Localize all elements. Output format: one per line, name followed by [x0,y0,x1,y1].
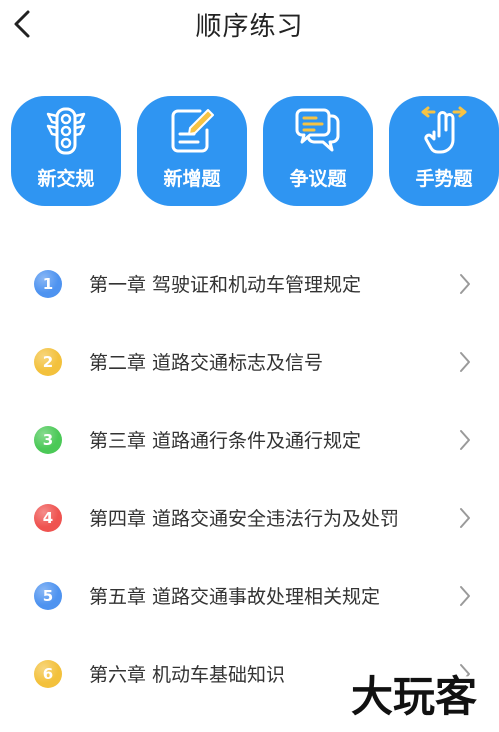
edit-paper-icon [171,109,214,153]
category-new-rules-button[interactable]: 新交规 [11,96,121,206]
chapter-row-3[interactable]: 3 第三章 道路通行条件及通行规定 [0,404,499,474]
page-title: 顺序练习 [195,12,304,42]
category-label: 争议题 [289,168,347,190]
category-label: 新交规 [37,168,95,190]
chapter-label: 第六章 机动车基础知识 [89,664,286,686]
chapter-number-badge: 1 [34,270,62,298]
chapter-row-5[interactable]: 5 第五章 道路交通事故处理相关规定 [0,560,499,630]
chevron-right-icon [460,430,470,450]
category-label: 新增题 [163,168,221,190]
traffic-light-icon [46,107,86,155]
chapter-number-badge: 4 [34,504,62,532]
chevron-right-icon [460,352,470,372]
chapter-row-2[interactable]: 2 第二章 道路交通标志及信号 [0,326,499,396]
chapter-number-badge: 5 [34,582,62,610]
chapter-number-badge: 6 [34,660,62,688]
watermark-text: 大玩客 [351,672,477,721]
category-label: 手势题 [415,168,473,190]
chevron-right-icon [460,274,470,294]
chapter-label: 第二章 道路交通标志及信号 [89,352,324,374]
chapter-label: 第三章 道路通行条件及通行规定 [89,430,362,452]
category-new-questions-button[interactable]: 新增题 [137,96,247,206]
chapter-number-badge: 3 [34,426,62,454]
watermark-logo: 大玩客 [348,670,479,723]
category-grid: 新交规 新增题 争议题 手势题 [0,96,499,208]
chapter-number-badge: 2 [34,348,62,376]
hand-gesture-icon [421,106,467,154]
category-disputed-questions-button[interactable]: 争议题 [263,96,373,206]
chevron-right-icon [460,508,470,528]
chapter-label: 第一章 驾驶证和机动车管理规定 [89,274,362,296]
chapter-label: 第五章 道路交通事故处理相关规定 [89,586,381,608]
chevron-right-icon [460,586,470,606]
chapter-label: 第四章 道路交通安全违法行为及处罚 [89,508,400,530]
chat-bubbles-icon [295,108,340,152]
chapter-row-1[interactable]: 1 第一章 驾驶证和机动车管理规定 [0,248,499,318]
category-gesture-questions-button[interactable]: 手势题 [389,96,499,206]
chapter-row-4[interactable]: 4 第四章 道路交通安全违法行为及处罚 [0,482,499,552]
header-bar: 顺序练习 [0,0,499,50]
